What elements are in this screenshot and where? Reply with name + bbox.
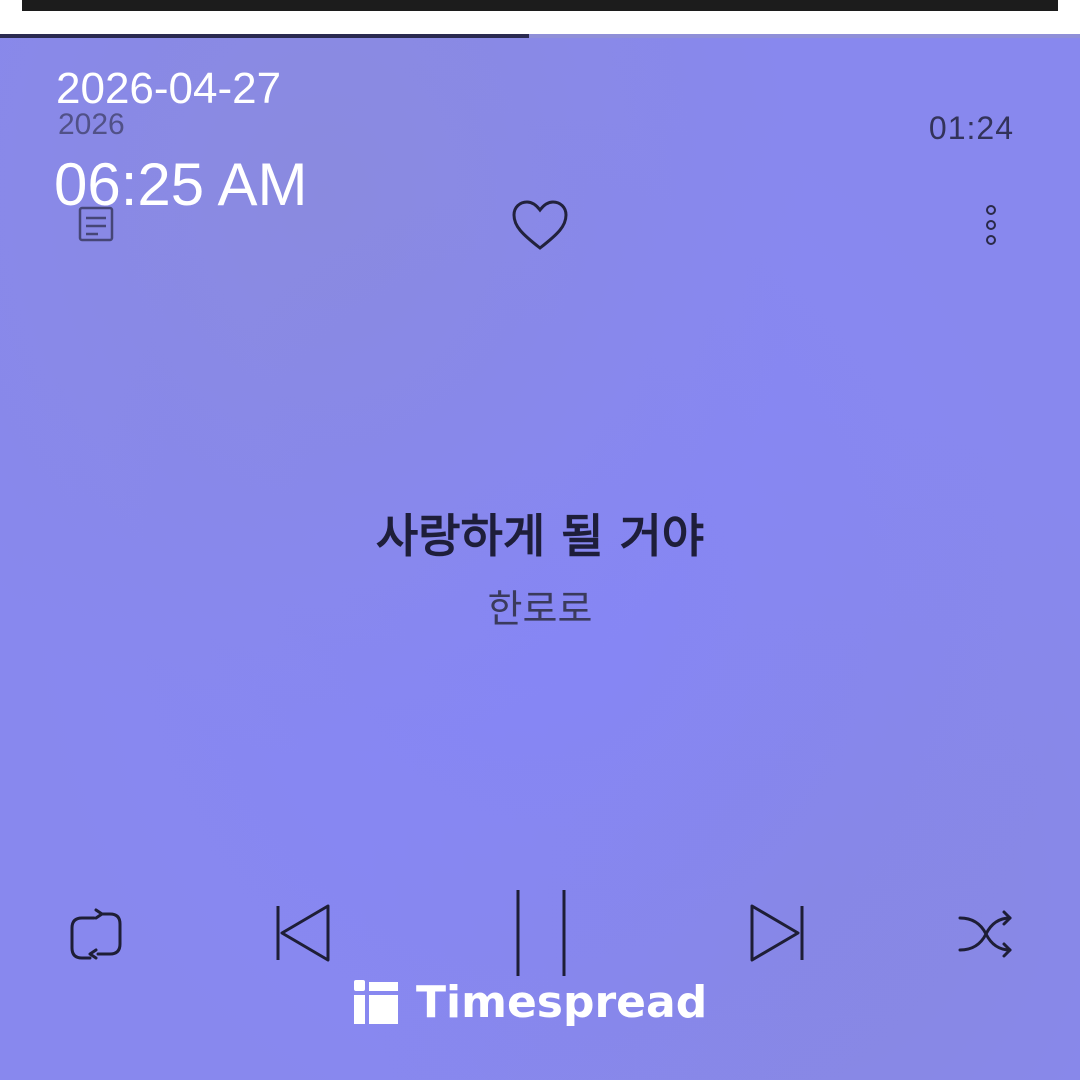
date-overlay: 2026-04-27 xyxy=(56,64,282,113)
top-photo-strip xyxy=(0,0,1080,34)
duration-time: 01:24 xyxy=(928,110,1014,146)
heart-icon[interactable] xyxy=(510,198,570,252)
more-vertical-icon[interactable] xyxy=(978,202,1004,248)
pause-icon[interactable] xyxy=(508,886,572,980)
shuffle-icon[interactable] xyxy=(956,904,1016,964)
artist-name[interactable]: 한로로 xyxy=(0,578,1080,633)
previous-photo-edge xyxy=(22,0,1058,11)
time-overlay: 06:25 AM xyxy=(54,151,308,218)
timespread-watermark: Timespread xyxy=(354,972,707,1032)
repeat-icon[interactable] xyxy=(64,904,128,968)
watermark-brand: Timespread xyxy=(416,976,708,1028)
skip-previous-icon[interactable] xyxy=(270,900,336,966)
skip-next-icon[interactable] xyxy=(744,900,810,966)
timespread-logo-icon xyxy=(354,980,398,1024)
song-title: 사랑하게 될 거야 xyxy=(375,509,705,563)
